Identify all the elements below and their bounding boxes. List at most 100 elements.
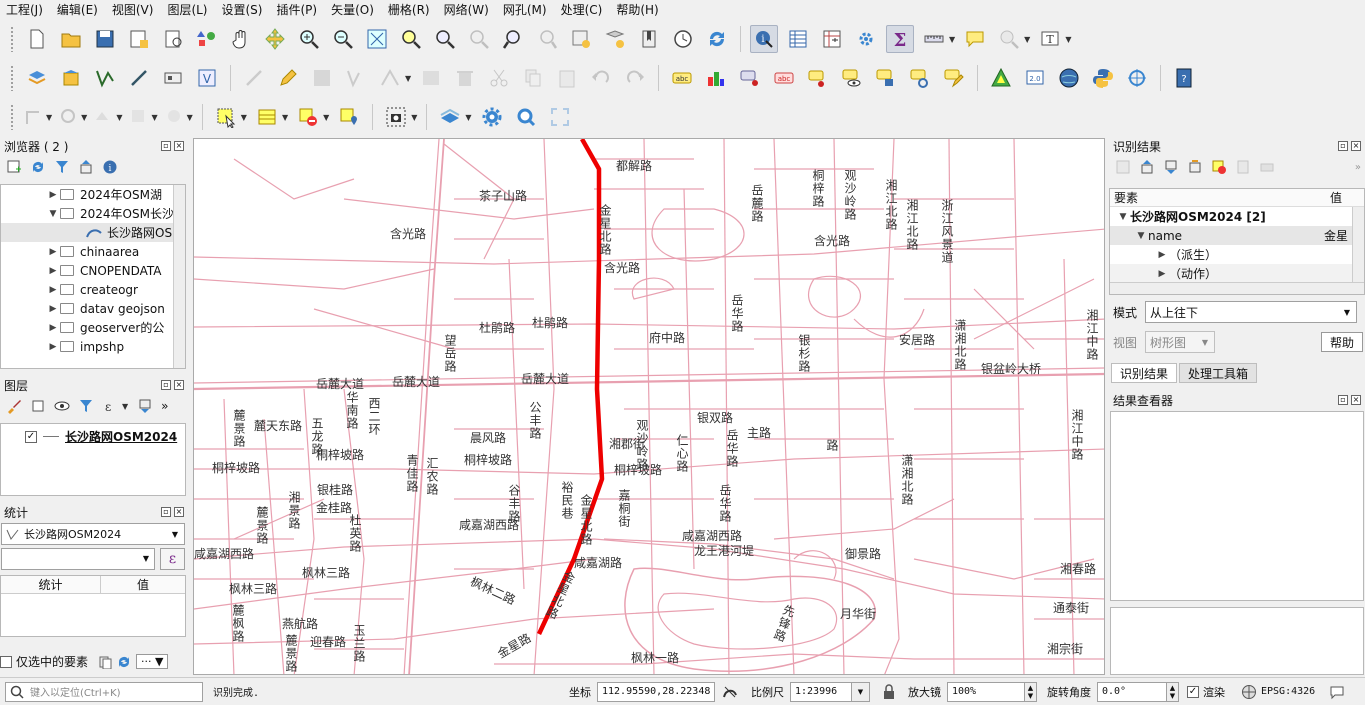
select-location-pin-icon[interactable] (335, 103, 363, 131)
tree-item[interactable]: ▶ impshp (1, 337, 185, 356)
temp-layer-icon[interactable] (159, 64, 187, 92)
tree-item[interactable]: ▶ 2024年OSM湖 (1, 185, 185, 204)
scale-dropdown-icon[interactable]: ▼ (852, 681, 870, 702)
annotation-dropdown-icon[interactable]: ▼ (1065, 35, 1071, 44)
deselect-icon[interactable] (294, 103, 322, 131)
pin-labels-icon[interactable] (804, 64, 832, 92)
offset-curve-icon[interactable] (127, 103, 151, 131)
save-edits-icon[interactable] (308, 64, 336, 92)
collapse-all-icon[interactable] (76, 157, 96, 177)
deselect-dropdown-icon[interactable]: ▼ (323, 113, 329, 122)
zoom-in-icon[interactable] (295, 25, 323, 53)
close-icon[interactable]: × (174, 507, 184, 517)
lock-scale-icon[interactable] (882, 683, 896, 700)
field-calculator-icon[interactable] (818, 25, 846, 53)
tree-item[interactable]: ▶ chinaarea (1, 242, 185, 261)
zoom-full-icon[interactable] (363, 25, 391, 53)
menu-help[interactable]: 帮助(H) (616, 1, 658, 18)
python-console-icon[interactable] (1089, 64, 1117, 92)
close-icon[interactable]: × (1351, 395, 1361, 405)
fullscreen-icon[interactable] (546, 103, 574, 131)
processing-gear-icon[interactable] (852, 25, 880, 53)
filter-legend-icon[interactable] (76, 396, 96, 416)
offset-dropdown-icon[interactable]: ▼ (151, 113, 157, 122)
save-as-icon[interactable] (125, 25, 153, 53)
help-book-icon[interactable]: ? (1170, 64, 1198, 92)
new-shapefile-icon[interactable] (125, 64, 153, 92)
data-source-manager-icon[interactable] (23, 64, 51, 92)
zoom-to-layer-icon[interactable] (431, 25, 459, 53)
split-features-icon[interactable] (163, 103, 187, 131)
digitize-dropdown-icon[interactable]: ▼ (46, 113, 52, 122)
map-canvas[interactable]: 都解路 茶子山路 含光路 含光路 含光路 杜鹃路 杜鹃路 府中路 安居路 岳麓大… (193, 138, 1105, 675)
take-screenshot-icon[interactable] (382, 103, 410, 131)
select-location-dropdown-icon[interactable]: ▼ (1024, 35, 1030, 44)
menu-plugins[interactable]: 插件(P) (276, 1, 317, 18)
menu-project[interactable]: 工程(J) (6, 1, 43, 18)
copy-icon[interactable] (98, 655, 112, 669)
open-folder-icon[interactable] (57, 25, 85, 53)
new-bookmark-icon[interactable] (567, 25, 595, 53)
tree-item-layer[interactable]: 长沙路网OS (1, 223, 185, 242)
label-pin-icon[interactable] (736, 64, 764, 92)
print-layout-icon[interactable] (159, 25, 187, 53)
reshape-icon[interactable] (92, 103, 116, 131)
current-edits-icon[interactable] (240, 64, 268, 92)
rotate-label-icon[interactable] (906, 64, 934, 92)
zoom-native-icon[interactable] (465, 25, 493, 53)
delete-selected-icon[interactable] (451, 64, 479, 92)
expand-arrow-icon[interactable]: ▶ (46, 323, 60, 333)
move-label-icon[interactable] (872, 64, 900, 92)
render-checkbox[interactable]: ✓ (1187, 685, 1199, 698)
copy-features-icon[interactable] (519, 64, 547, 92)
cut-features-icon[interactable] (485, 64, 513, 92)
crs-label[interactable]: EPSG:4326 (1261, 686, 1315, 697)
float-icon[interactable]: ▫ (161, 380, 171, 390)
more-tools-icon[interactable]: » (161, 399, 168, 413)
expand-arrow-icon[interactable]: ▶ (1155, 250, 1169, 260)
messages-bubble-icon[interactable] (1329, 684, 1345, 700)
split-dropdown-icon[interactable]: ▼ (187, 113, 193, 122)
menu-web[interactable]: 网络(W) (444, 1, 489, 18)
spatial-bookmark-icon[interactable] (635, 25, 663, 53)
add-selected-icon[interactable] (4, 157, 24, 177)
menu-raster[interactable]: 栅格(R) (388, 1, 430, 18)
tab-processing-toolbox[interactable]: 处理工具箱 (1179, 363, 1258, 383)
stats-layer-select[interactable]: 长沙路网OSM2024 ▼ (1, 523, 185, 545)
select-dropdown-icon[interactable]: ▼ (241, 113, 247, 122)
digitize-line-icon[interactable] (22, 103, 46, 131)
tree-item[interactable]: ▶ CNOPENDATA (1, 261, 185, 280)
mode-select[interactable]: 从上往下 ▼ (1145, 301, 1357, 323)
locator-search-input[interactable]: 键入以定位(Ctrl+K) (5, 681, 203, 702)
collapse-arrow-icon[interactable]: ▼ (1134, 231, 1148, 241)
add-feature-icon[interactable] (342, 64, 370, 92)
float-icon[interactable]: ▫ (1338, 395, 1348, 405)
close-icon[interactable]: × (174, 141, 184, 151)
info-icon[interactable]: i (100, 157, 120, 177)
filter-dropdown-icon[interactable]: ▼ (122, 402, 128, 411)
scale-2d-icon[interactable]: 2.0 (1021, 64, 1049, 92)
collapse-all-icon[interactable] (1161, 157, 1181, 177)
identify-hscrollbar[interactable] (1110, 282, 1364, 294)
change-label-icon[interactable] (940, 64, 968, 92)
screenshot-dropdown-icon[interactable]: ▼ (411, 113, 417, 122)
zoom-to-selection-icon[interactable] (397, 25, 425, 53)
float-icon[interactable]: ▫ (161, 141, 171, 151)
rotation-spinner-icon[interactable]: ▲ ▼ (1167, 681, 1179, 702)
magnifier-spinner-icon[interactable]: ▲ ▼ (1025, 681, 1037, 702)
paste-features-icon[interactable] (553, 64, 581, 92)
pan-hand-icon[interactable] (227, 25, 255, 53)
vertex-dropdown-icon[interactable]: ▼ (405, 74, 411, 83)
search-magnifier-icon[interactable] (512, 103, 540, 131)
float-icon[interactable]: ▫ (161, 507, 171, 517)
identify-features-icon[interactable]: i (750, 25, 778, 53)
crs-globe-icon[interactable] (1241, 684, 1257, 700)
label-highlight-icon[interactable]: abc (770, 64, 798, 92)
tree-item[interactable]: ▼ 2024年OSM长沙 (1, 204, 185, 223)
refresh-icon[interactable] (116, 654, 132, 670)
tree-item[interactable]: ▶ createogr (1, 280, 185, 299)
identify-attr-row[interactable]: ▼ name 金星 (1110, 226, 1364, 245)
identify-vscrollbar[interactable] (1352, 207, 1364, 282)
expand-new-icon[interactable] (1185, 157, 1205, 177)
more-options-button[interactable]: ··· ▼ (136, 654, 169, 669)
